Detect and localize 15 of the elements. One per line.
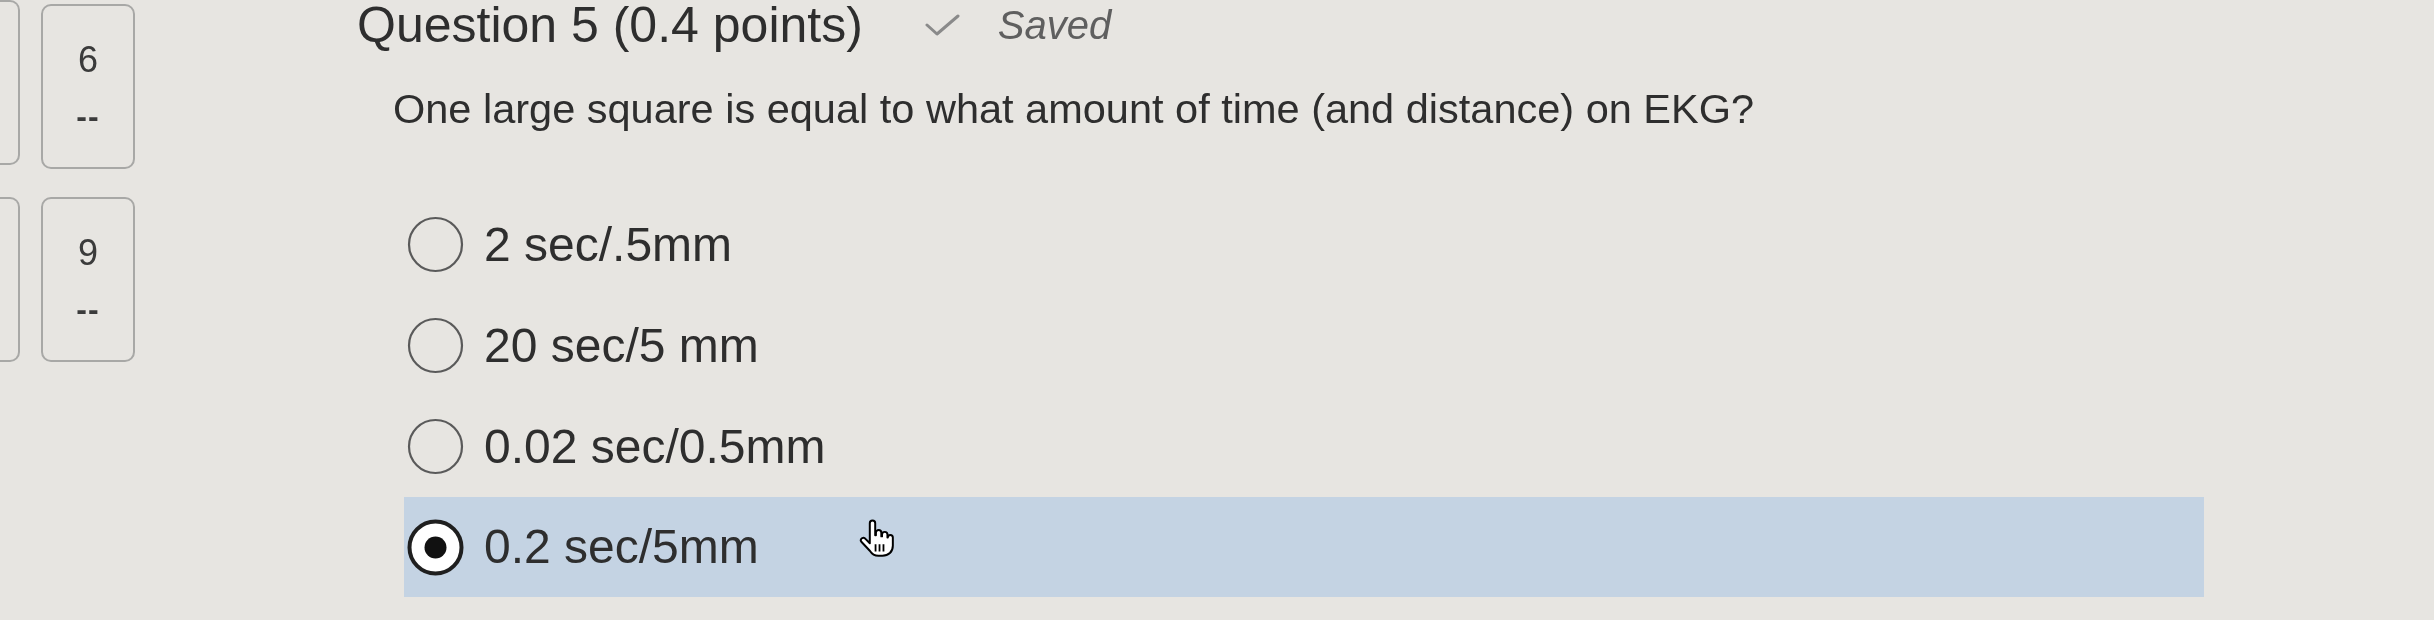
save-status: Saved: [997, 5, 1112, 45]
answer-option[interactable]: 2 sec/.5mm: [407, 215, 733, 274]
question-text: One large square is equal to what amount of time (and distance) on EKG?: [393, 84, 1756, 134]
radio-button[interactable]: [407, 418, 464, 475]
hand-cursor-icon: [859, 519, 895, 557]
answer-option[interactable]: 20 sec/5 mm: [407, 316, 759, 375]
radio-button[interactable]: [407, 216, 464, 273]
radio-button[interactable]: [407, 518, 464, 576]
answer-option[interactable]: 0.02 sec/0.5mm: [407, 417, 826, 476]
question-title: Question 5 (0.4 points): [357, 0, 863, 50]
question-nav-button[interactable]: 9 --: [41, 197, 135, 362]
check-icon: [924, 14, 960, 36]
radio-button[interactable]: [407, 317, 464, 374]
question-nav-button[interactable]: 6 --: [41, 4, 135, 169]
answer-option[interactable]: 0.2 sec/5mm: [407, 518, 759, 576]
